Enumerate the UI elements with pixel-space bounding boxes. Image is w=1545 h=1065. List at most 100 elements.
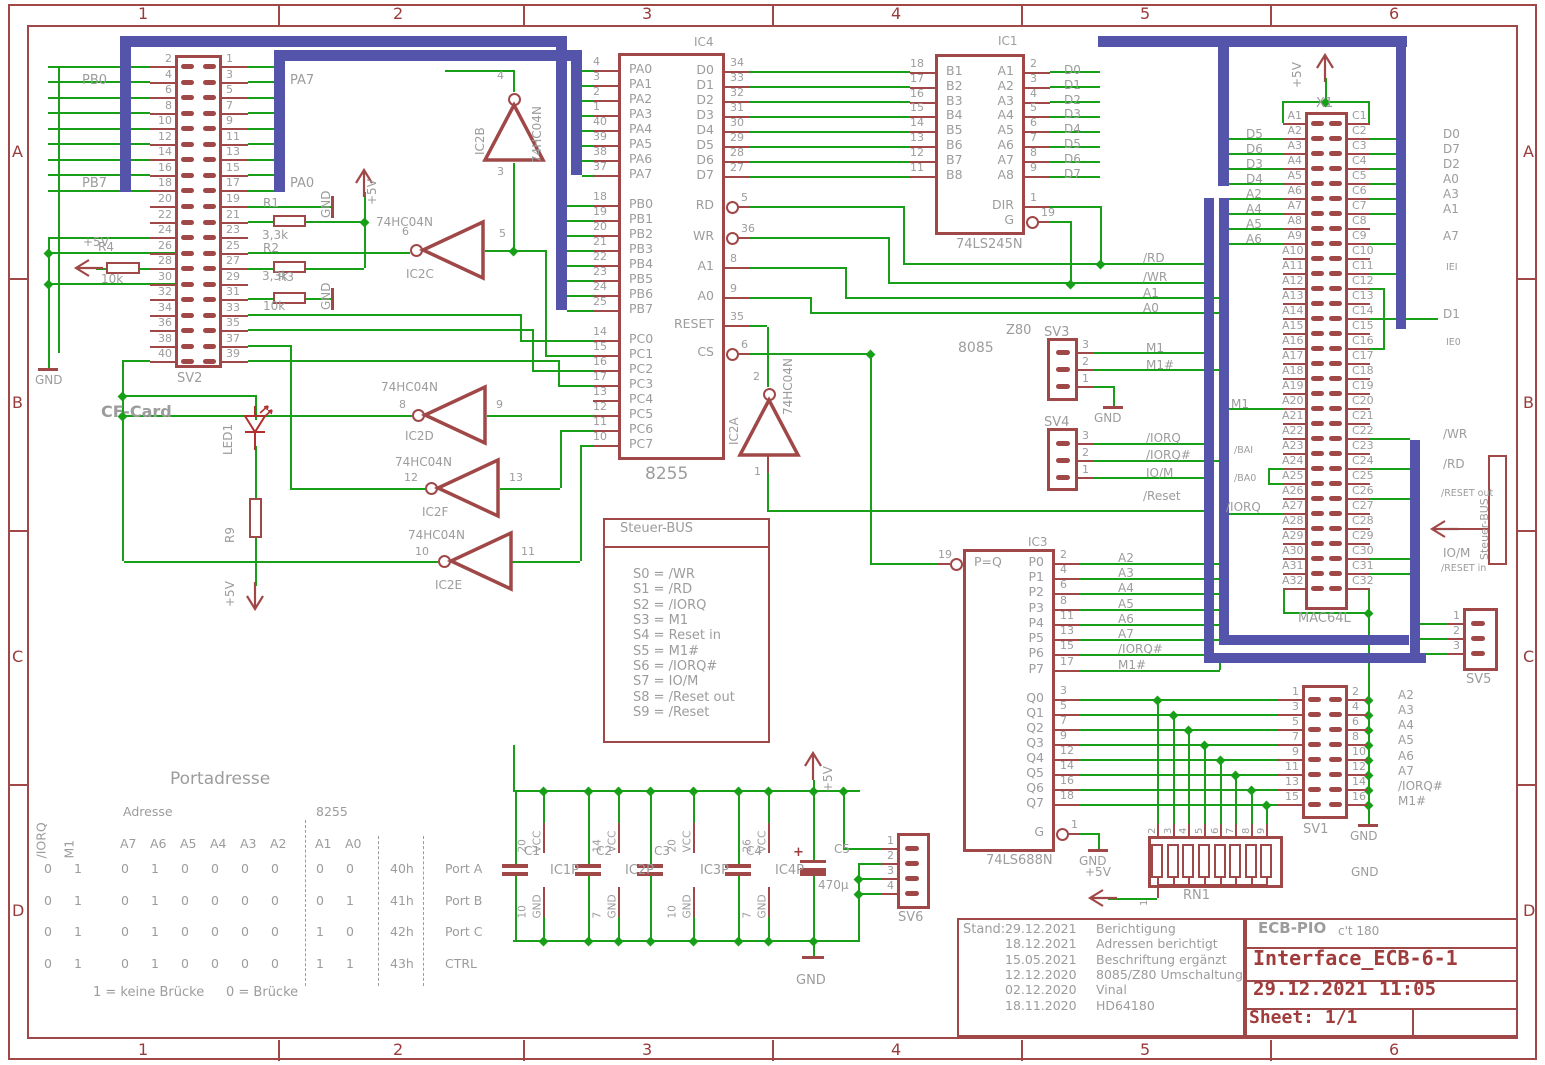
pad — [1329, 712, 1342, 717]
pin-stub — [1038, 221, 1050, 223]
pin-number: A12 — [1282, 275, 1302, 286]
resistor-RN1-2[interactable] — [1167, 844, 1179, 878]
pad — [1311, 136, 1324, 141]
table-col-head: A6 — [150, 838, 167, 851]
pin-stub — [1078, 443, 1094, 445]
pin-stub — [910, 176, 935, 178]
pad — [1308, 802, 1321, 807]
connector-SV2[interactable] — [175, 55, 222, 368]
label: IC2P — [625, 864, 654, 877]
pin-number: A32 — [1282, 575, 1302, 586]
label: GND — [796, 974, 826, 987]
resistor-RN1-5[interactable] — [1214, 844, 1226, 878]
pin-stub — [1055, 804, 1080, 806]
pin-label: PC3 — [629, 378, 653, 391]
pin-label: A5 — [944, 124, 1014, 137]
pad — [1311, 241, 1324, 246]
label: GND — [1094, 412, 1122, 424]
label: A5 — [1118, 598, 1134, 610]
label: IO/M — [1443, 547, 1470, 559]
frame-row-label: A — [12, 144, 23, 160]
resistor-R9[interactable] — [249, 498, 262, 538]
label: M1 — [1146, 342, 1164, 354]
pin-label: PC4 — [629, 393, 653, 406]
pin-label: A3 — [944, 95, 1014, 108]
pin-number: C14 — [1352, 305, 1374, 316]
table-cell: 1 — [151, 863, 159, 876]
resistor-RN1-8[interactable] — [1260, 844, 1272, 878]
pin-number: 31 — [730, 102, 744, 113]
pad — [1311, 511, 1324, 516]
table-cell: 1 — [346, 895, 354, 908]
table-col-head: A3 — [240, 838, 257, 851]
label: PA0 — [290, 177, 314, 190]
ic-title: IC4 — [694, 36, 714, 48]
pad — [181, 251, 194, 256]
table-cell: 1 — [151, 926, 159, 939]
resistor-RN1-3[interactable] — [1182, 844, 1194, 878]
resistor-RN1-1[interactable] — [1151, 844, 1163, 878]
label: 4 — [1179, 828, 1191, 834]
pin-label: PC5 — [629, 408, 653, 421]
label: GND — [320, 190, 334, 218]
table-cell: 0 — [271, 895, 279, 908]
resistor-RN1-7[interactable] — [1245, 844, 1257, 878]
resistor-R1[interactable] — [273, 215, 306, 227]
table-cell: 0 — [211, 895, 219, 908]
pin-number: A30 — [1282, 545, 1302, 556]
pad — [1329, 436, 1342, 441]
label: IC2F — [422, 506, 448, 518]
pin-number: 2 — [1082, 447, 1089, 458]
pin-number: C6 — [1352, 185, 1367, 196]
pin-number: 10 — [593, 431, 607, 442]
label: M1# — [1398, 795, 1426, 807]
pin-label: P1 — [974, 571, 1044, 584]
label: /RD — [1443, 458, 1465, 470]
pin-stub — [593, 175, 618, 177]
pad — [1329, 151, 1342, 156]
label: /IORQ# — [1118, 643, 1163, 655]
pin-number: C16 — [1352, 335, 1374, 346]
pin-number: C32 — [1352, 575, 1374, 586]
pin-number: 20 — [149, 193, 172, 204]
table-cell: 0 — [211, 926, 219, 939]
pin-number: A31 — [1282, 560, 1302, 571]
resistor-RN1-6[interactable] — [1229, 844, 1241, 878]
pin-label: G — [974, 826, 1044, 839]
pin-number: 19 — [938, 549, 952, 560]
pin-number: A16 — [1282, 335, 1302, 346]
pin-number: 39 — [226, 348, 240, 359]
label: D5 — [1064, 138, 1081, 150]
pin-number: A5 — [1282, 170, 1302, 181]
pin-number: A13 — [1282, 290, 1302, 301]
label: S7 = IO/M — [633, 675, 698, 688]
pin-number: A26 — [1282, 485, 1302, 496]
label: A6 — [1246, 233, 1262, 245]
label: A2 — [1118, 552, 1134, 564]
pin-number: 31 — [226, 286, 240, 297]
pin-number: 39 — [593, 131, 607, 142]
label: A4 — [1246, 203, 1262, 215]
pin-number: 30 — [730, 117, 744, 128]
pad — [1329, 451, 1342, 456]
connector-SV1[interactable] — [1302, 685, 1348, 819]
label: S1 = /RD — [633, 583, 692, 596]
pin-label: A1 — [644, 260, 714, 273]
pin-stub — [1078, 460, 1094, 462]
frame-col-label: 1 — [138, 1042, 148, 1058]
pin-number: 37 — [593, 161, 607, 172]
pad — [1311, 451, 1324, 456]
pin-stub — [1448, 653, 1463, 655]
pad — [1329, 787, 1342, 792]
table-cell: 1 — [74, 895, 82, 908]
pin-number: A15 — [1282, 320, 1302, 331]
pin-number: 12 — [910, 147, 924, 158]
table-cell: 0 — [346, 926, 354, 939]
resistor-RN1-4[interactable] — [1198, 844, 1210, 878]
connector-SV6[interactable] — [897, 833, 930, 909]
pin-number: 1 — [1082, 464, 1089, 475]
pin-stub — [1025, 87, 1050, 89]
pin-number: C2 — [1352, 125, 1367, 136]
pin-number: 3 — [1060, 685, 1067, 696]
label: 9 — [1257, 828, 1269, 834]
